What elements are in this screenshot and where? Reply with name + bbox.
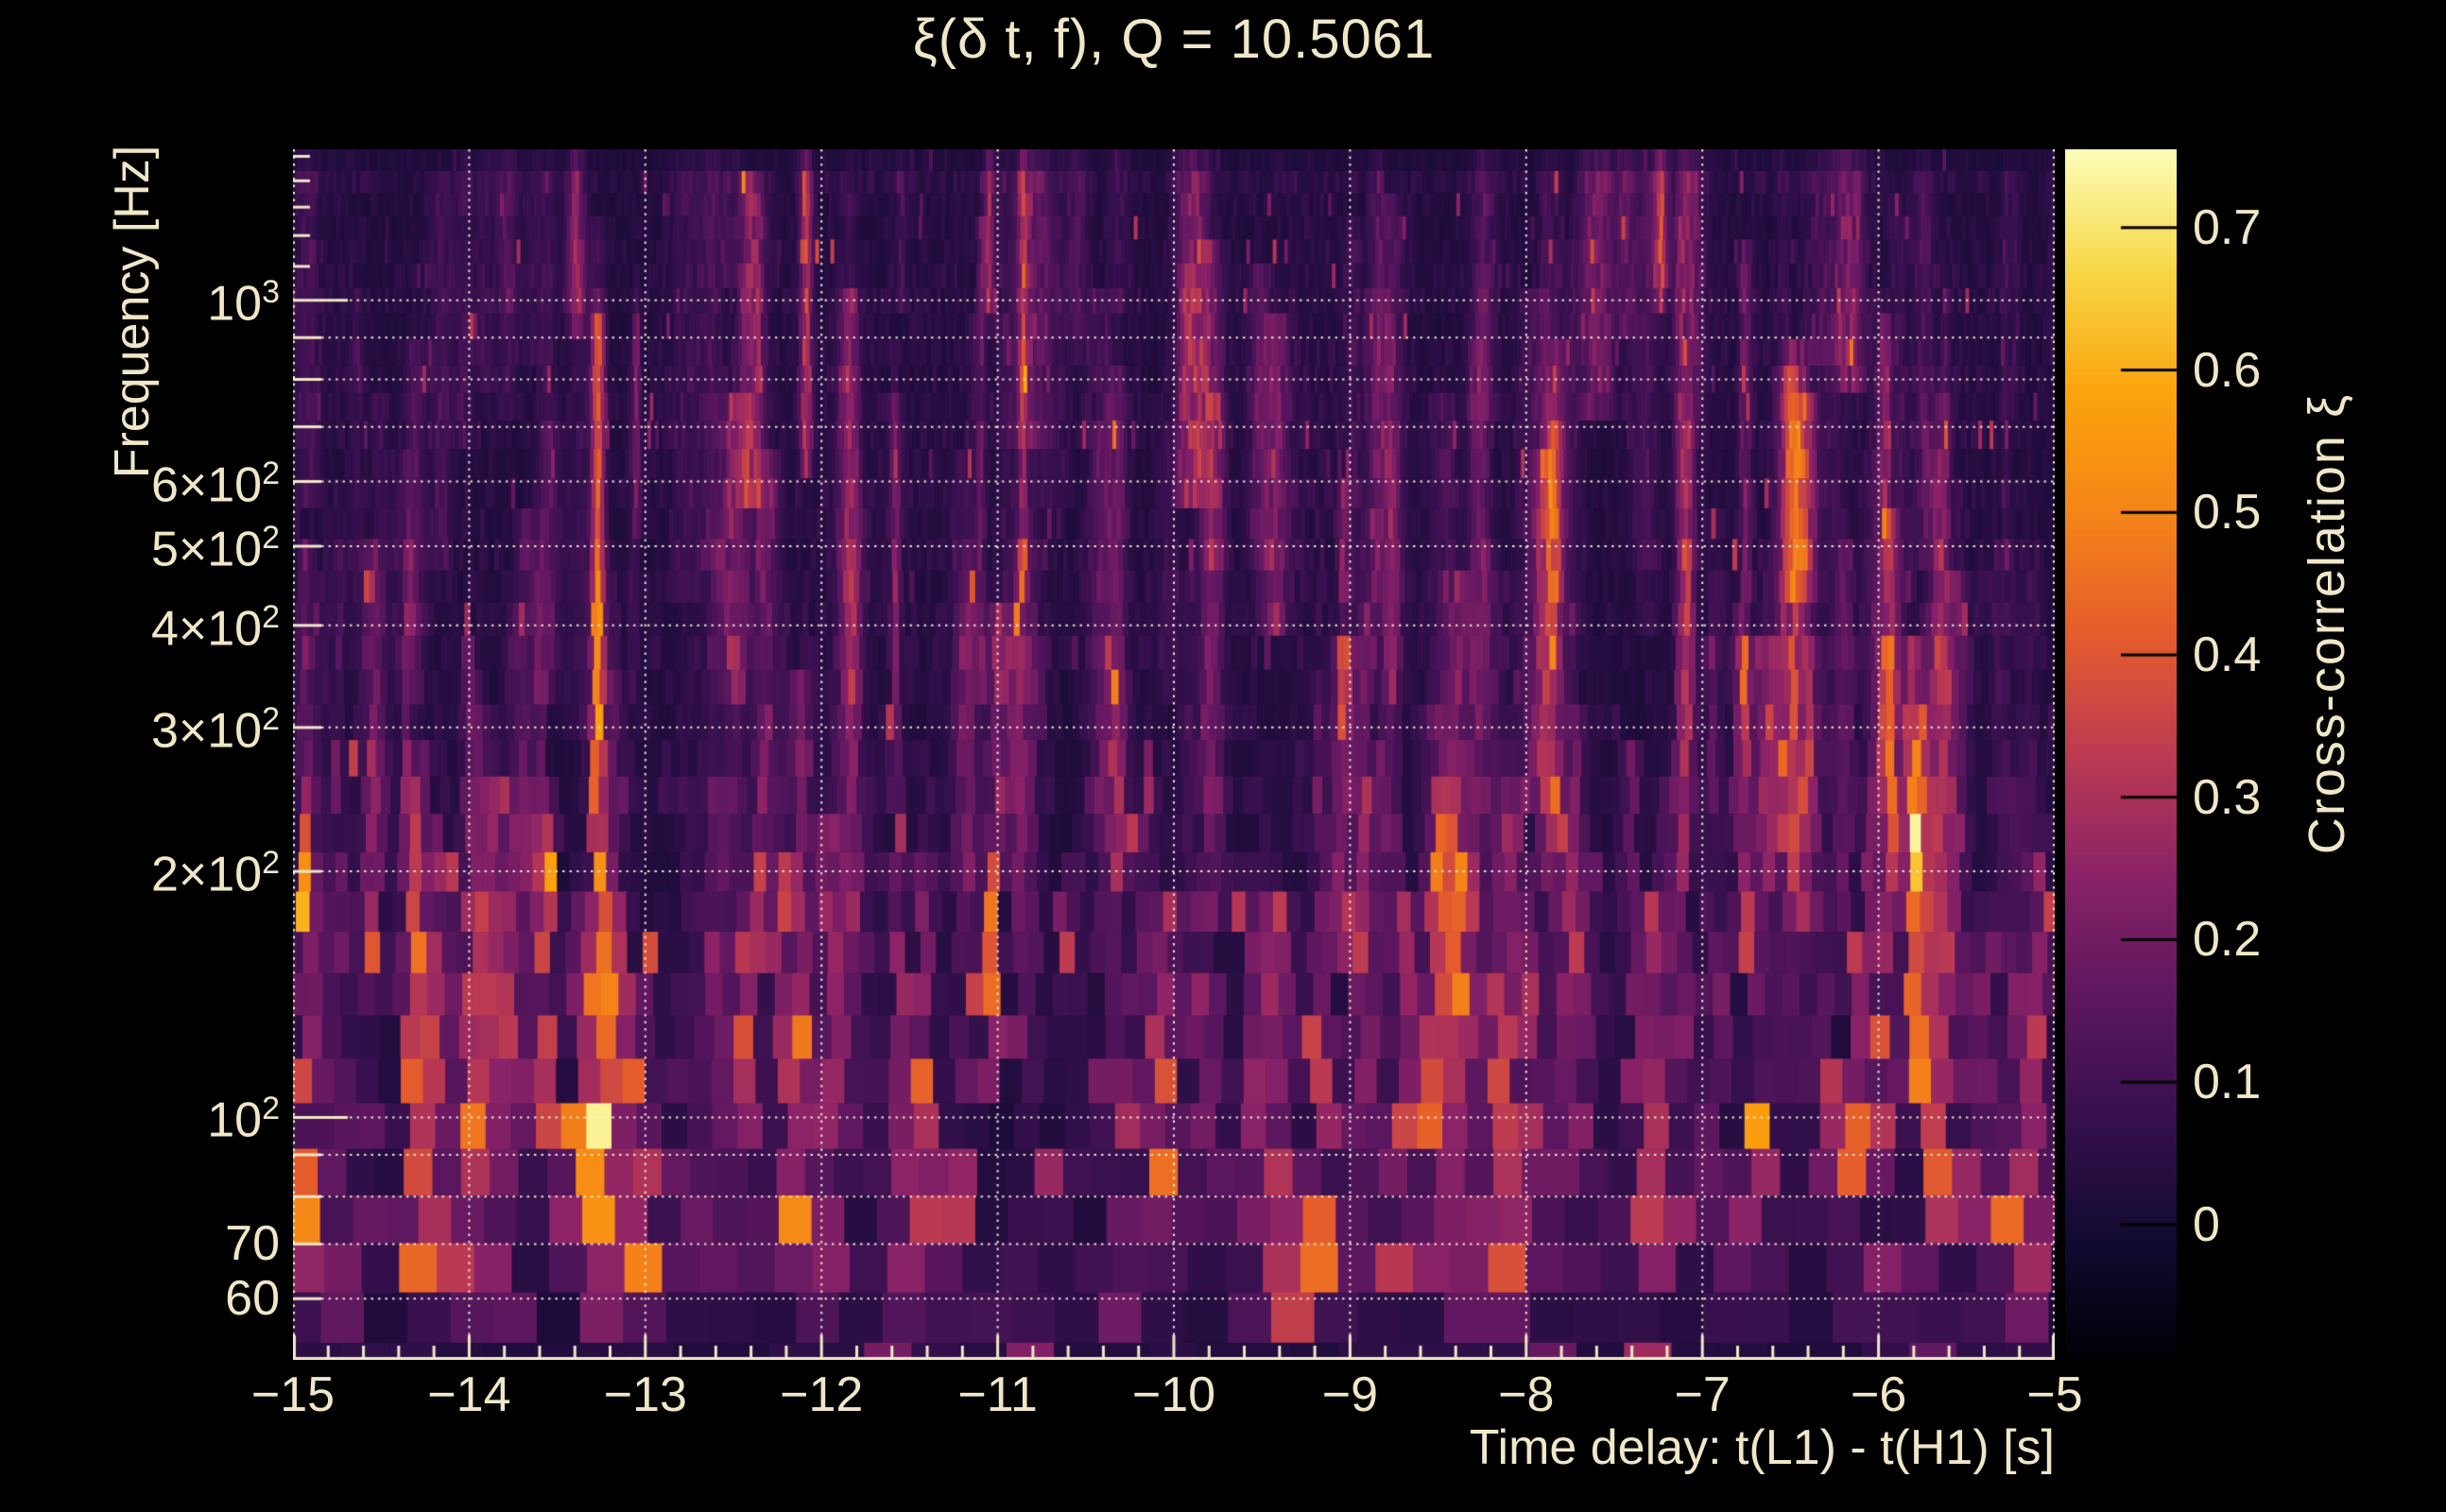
colorbar-tick-label: 0.5 [2193, 485, 2262, 541]
figure-root: ξ(δ t, f), Q = 10.5061 Frequency [Hz] 10… [0, 0, 2446, 1512]
colorbar-tick-label: 0 [2193, 1196, 2220, 1252]
colorbar-title: Cross-correlation ξ [2299, 392, 2355, 855]
colorbar-tick-label: 0.4 [2193, 627, 2262, 682]
colorbar-tick-label: 0.1 [2193, 1055, 2262, 1110]
colorbar-tick-label: 0.2 [2193, 912, 2262, 968]
colorbar-tick-label: 0.6 [2193, 342, 2262, 398]
colorbar-tick-labels: 0.7 0.6 0.5 0.4 0.3 0.2 0.1 0 [0, 0, 2446, 1512]
colorbar-tick-label: 0.3 [2193, 769, 2262, 825]
colorbar-tick-label: 0.7 [2193, 199, 2262, 255]
